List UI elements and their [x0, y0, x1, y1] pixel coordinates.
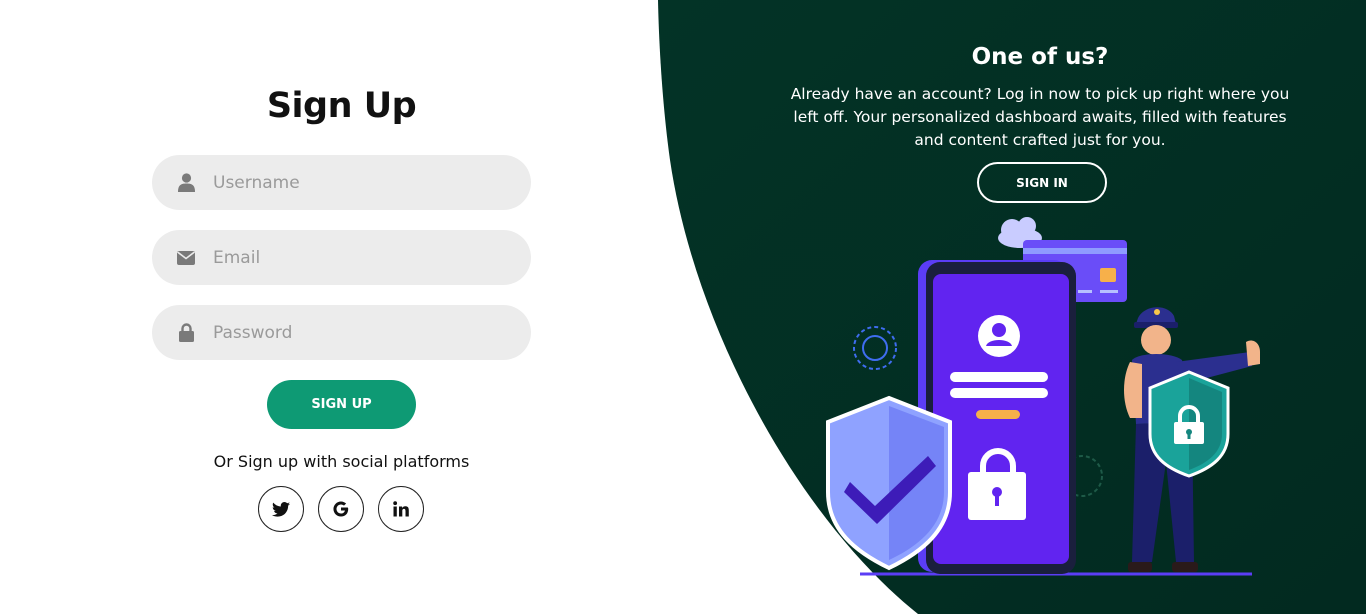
linkedin-button[interactable]	[378, 486, 424, 532]
twitter-icon	[272, 501, 290, 517]
email-field[interactable]	[152, 230, 531, 285]
password-input[interactable]	[213, 322, 503, 343]
signup-button[interactable]: SIGN UP	[267, 380, 416, 429]
signup-title: Sign Up	[266, 86, 417, 126]
social-signup-text: Or Sign up with social platforms	[213, 452, 470, 471]
user-icon	[156, 173, 216, 192]
signin-button[interactable]: SIGN IN	[977, 162, 1107, 203]
envelope-icon	[156, 250, 216, 265]
signup-form: Sign Up SIGN UP Or Sign up with social p…	[0, 0, 683, 614]
panel-title: One of us?	[971, 44, 1109, 70]
username-input[interactable]	[213, 172, 503, 193]
email-input[interactable]	[213, 247, 503, 268]
security-illustration	[826, 217, 1260, 576]
gear-icon	[853, 326, 897, 370]
panel-description: Already have an account? Log in now to p…	[790, 85, 1290, 149]
password-field[interactable]	[152, 305, 531, 360]
twitter-button[interactable]	[258, 486, 304, 532]
google-icon	[333, 501, 349, 517]
google-button[interactable]	[318, 486, 364, 532]
username-field[interactable]	[152, 155, 531, 210]
shield-lock-icon	[1148, 370, 1230, 478]
linkedin-icon	[393, 501, 409, 517]
lock-icon	[156, 323, 216, 342]
